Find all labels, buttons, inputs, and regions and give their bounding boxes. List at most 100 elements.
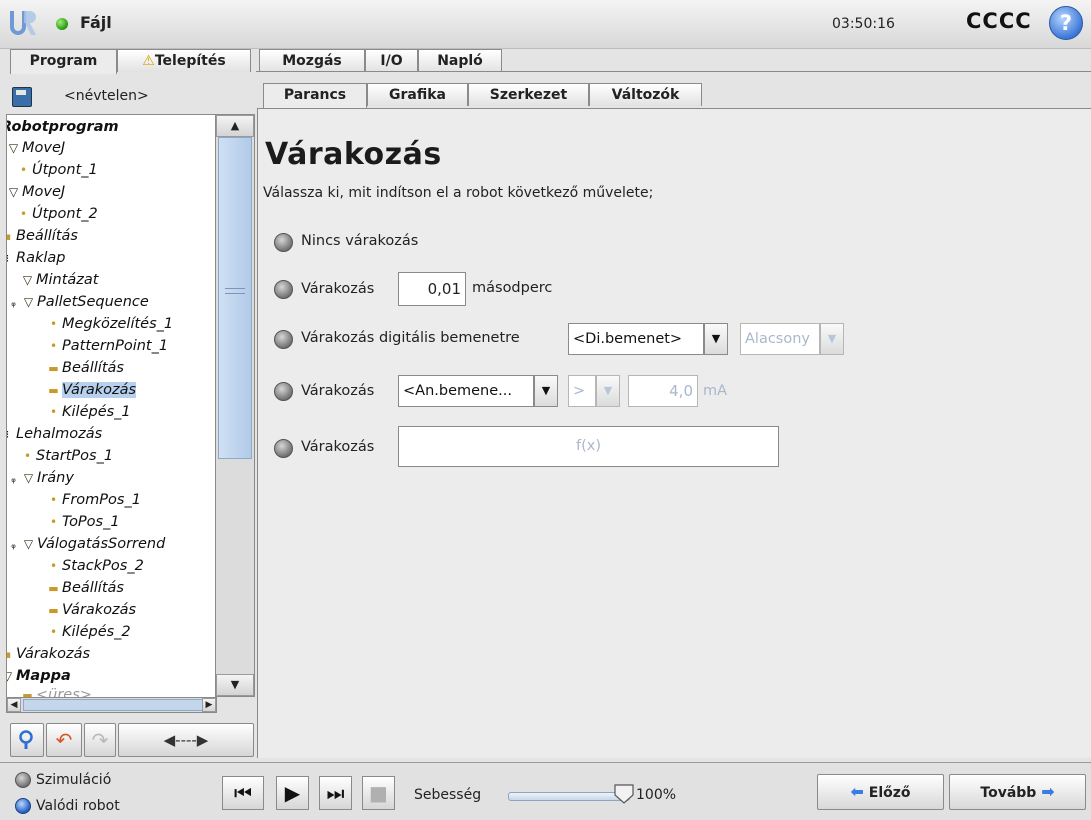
hscroll-thumb[interactable]: [23, 699, 203, 711]
play-icon: ▶: [284, 781, 301, 805]
subtab-command[interactable]: Parancs: [263, 83, 367, 108]
save-icon[interactable]: [12, 87, 32, 107]
play-button[interactable]: ▶: [276, 776, 309, 810]
wait-icon: ▬: [48, 384, 59, 397]
tree-node[interactable]: • Útpont_1: [17, 160, 98, 180]
simulation-radio[interactable]: [15, 772, 31, 788]
wait-time-input[interactable]: 0,01: [398, 272, 466, 306]
speed-slider-track[interactable]: [508, 792, 630, 801]
branch-icon: ᵩ: [11, 472, 16, 485]
step-button[interactable]: ⏭: [319, 776, 352, 810]
tree-node[interactable]: ⁝ Raklap: [7, 248, 65, 269]
tree-node-label: Útpont_2: [32, 206, 98, 222]
digital-level-select[interactable]: Alacsony: [740, 323, 820, 355]
tree-node[interactable]: ▬ Várakozás: [47, 600, 136, 621]
tree-node[interactable]: • Megközelítés_1: [47, 314, 173, 334]
tab-log[interactable]: Napló: [418, 49, 502, 72]
scroll-left-button[interactable]: ◀: [7, 698, 21, 712]
subtab-structure[interactable]: Szerkezet: [468, 83, 589, 106]
digital-input-dropdown-button[interactable]: ▼: [704, 323, 728, 355]
scroll-right-button[interactable]: ▶: [202, 698, 216, 712]
tab-installation-label: Telepítés: [154, 53, 226, 69]
stop-button[interactable]: ■: [362, 776, 395, 810]
tree-node[interactable]: ▽Mappa: [7, 666, 71, 686]
expression-input[interactable]: f(x): [398, 426, 779, 467]
chevron-down-icon: ▼: [711, 332, 721, 345]
tree-node[interactable]: ▬ Beállítás: [47, 578, 124, 599]
tree-node[interactable]: ▬ Beállítás: [47, 358, 124, 379]
tree-node[interactable]: • StartPos_1: [21, 446, 113, 466]
real-robot-radio[interactable]: [15, 798, 31, 814]
analog-compare-select[interactable]: >: [568, 375, 596, 407]
scroll-thumb[interactable]: [218, 137, 252, 459]
arrow-left-icon: ⬅: [850, 782, 864, 801]
tree-node[interactable]: • Kilépés_2: [47, 622, 131, 642]
file-menu[interactable]: Fájl: [80, 13, 112, 32]
wait-analog-label: Várakozás: [301, 383, 375, 399]
help-button[interactable]: ?: [1049, 6, 1083, 40]
wait-expression-radio[interactable]: [274, 439, 293, 458]
wait-time-radio[interactable]: [274, 280, 293, 299]
universal-robots-logo-icon: [10, 11, 36, 35]
undo-button[interactable]: ↶: [46, 723, 82, 757]
tree-horizontal-scrollbar[interactable]: ◀ ▶: [6, 697, 217, 713]
tree-node[interactable]: ⁝ Lehalmozás: [7, 424, 102, 445]
tree-node[interactable]: • PatternPoint_1: [47, 336, 168, 356]
tree-node[interactable]: ▪Várakozás: [7, 644, 90, 665]
tree-node-selected[interactable]: ▬ Várakozás: [47, 380, 137, 401]
tree-vertical-scrollbar[interactable]: ▲ ▼: [215, 114, 255, 697]
chevron-down-icon: ▼: [541, 384, 551, 397]
program-name: <névtelen>: [64, 88, 149, 104]
wait-digital-radio[interactable]: [274, 330, 293, 349]
previous-button[interactable]: ⬅ Előző: [817, 774, 944, 810]
tree-node[interactable]: Robotprogram: [6, 117, 119, 137]
tree-node[interactable]: ᵩ ▽ PalletSequence: [7, 292, 149, 313]
tree-node[interactable]: ᵩ ▽ Irány: [7, 468, 74, 489]
next-button[interactable]: Tovább ➡: [949, 774, 1086, 810]
chevron-down-icon: ▼: [827, 332, 837, 345]
tree-node-label: Útpont_1: [32, 162, 98, 178]
tree-node-label: Irány: [37, 470, 74, 486]
subtab-variables[interactable]: Változók: [589, 83, 702, 106]
tab-installation[interactable]: ⚠Telepítés: [117, 49, 251, 72]
wait-analog-radio[interactable]: [274, 382, 293, 401]
tree-node-label: Robotprogram: [6, 119, 119, 135]
move-node-button[interactable]: ◀----▶: [118, 723, 254, 757]
redo-button[interactable]: ↷: [84, 723, 116, 757]
tree-node[interactable]: ▽ MoveJ: [7, 182, 65, 202]
branch-icon: ᵩ: [11, 296, 16, 309]
digital-input-select[interactable]: <Di.bemenet>: [568, 323, 704, 355]
skip-back-icon: ⏮: [234, 781, 252, 805]
analog-input-dropdown-button[interactable]: ▼: [534, 375, 558, 407]
tree-node[interactable]: • Útpont_2: [17, 204, 98, 224]
scroll-down-button[interactable]: ▼: [216, 674, 254, 696]
analog-compare-dropdown-button[interactable]: ▼: [596, 375, 620, 407]
analog-value-input[interactable]: 4,0: [628, 375, 698, 407]
tree-node[interactable]: ᵩ ▽ VálogatásSorrend: [7, 534, 165, 555]
tree-node[interactable]: • ToPos_1: [47, 512, 120, 532]
program-tree[interactable]: Robotprogram ▽ MoveJ • Útpont_1 ▽ MoveJ • Út…: [6, 114, 217, 699]
tree-node[interactable]: ▪Beállítás: [7, 226, 78, 247]
digital-level-dropdown-button[interactable]: ▼: [820, 323, 844, 355]
tree-node[interactable]: • Kilépés_1: [47, 402, 131, 422]
no-wait-radio[interactable]: [274, 233, 293, 252]
scroll-up-button[interactable]: ▲: [216, 115, 254, 137]
next-label: Tovább: [980, 785, 1037, 801]
tree-node[interactable]: ▽ Mintázat: [21, 270, 99, 290]
speed-slider-handle[interactable]: [613, 783, 635, 805]
tree-node-label: FromPos_1: [62, 492, 141, 508]
tree-node[interactable]: • FromPos_1: [47, 490, 141, 510]
wait-time-unit: másodperc: [472, 280, 553, 296]
tree-node[interactable]: • StackPos_2: [47, 556, 144, 576]
subtab-graphics[interactable]: Grafika: [367, 83, 468, 106]
skip-back-button[interactable]: ⏮: [222, 776, 264, 810]
search-button[interactable]: [10, 723, 44, 757]
real-robot-label: Valódi robot: [36, 798, 120, 814]
tab-io[interactable]: I/O: [365, 49, 418, 72]
tab-program[interactable]: Program: [10, 49, 117, 74]
analog-input-select[interactable]: <An.bemene...: [398, 375, 534, 407]
tab-move[interactable]: Mozgás: [259, 49, 365, 72]
tree-node[interactable]: ▽ MoveJ: [7, 138, 65, 158]
status-ok-icon: [56, 18, 68, 30]
simulation-label: Szimuláció: [36, 772, 112, 788]
